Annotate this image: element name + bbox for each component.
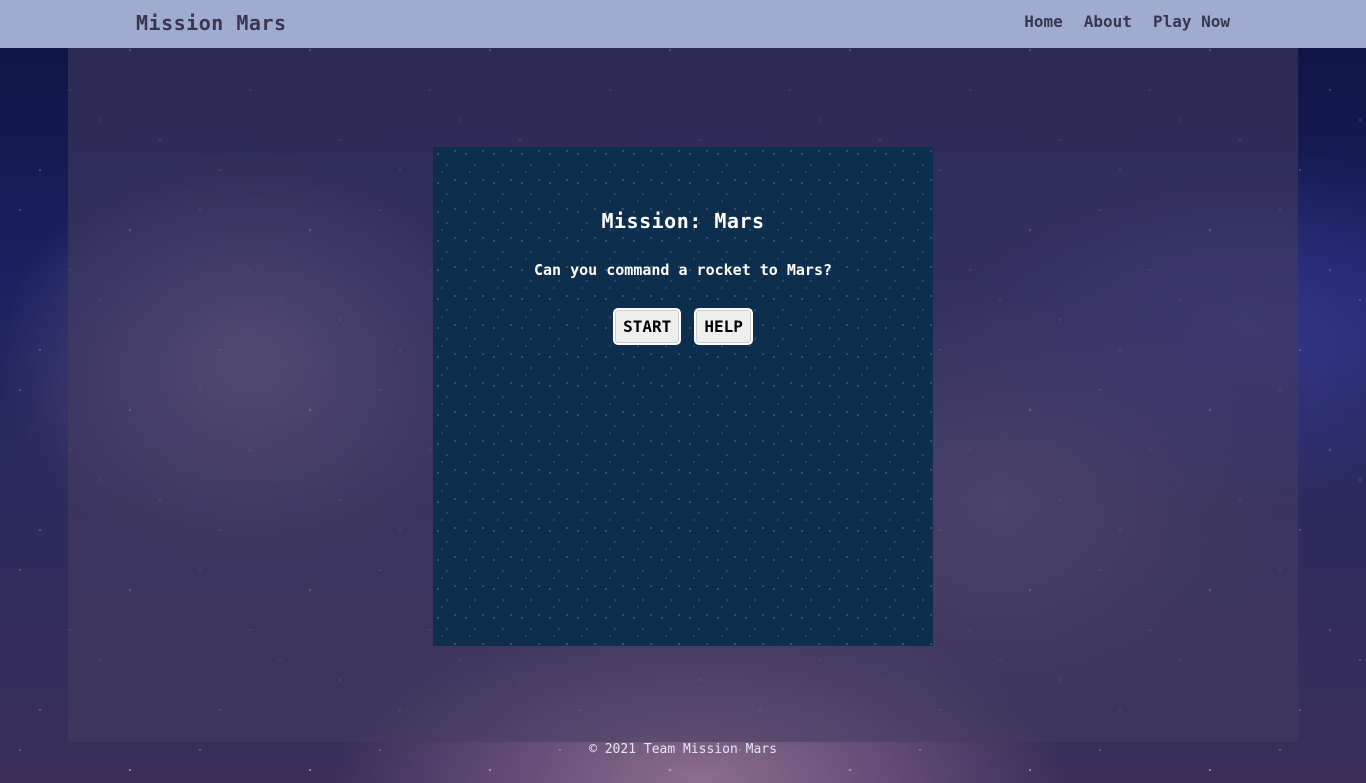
top-navbar: Mission Mars Home About Play Now — [0, 0, 1366, 48]
game-container: Mission: Mars Can you command a rocket t… — [433, 147, 933, 646]
site-brand[interactable]: Mission Mars — [136, 11, 287, 35]
footer-copyright: © 2021 Team Mission Mars — [589, 742, 777, 757]
game-subtitle: Can you command a rocket to Mars? — [533, 261, 832, 279]
nav-home-link[interactable]: Home — [1024, 12, 1063, 31]
nav-play-now-link[interactable]: Play Now — [1153, 12, 1230, 31]
game-button-row: START HELP — [433, 308, 933, 345]
help-button[interactable]: HELP — [694, 308, 753, 345]
nav-about-link[interactable]: About — [1084, 12, 1132, 31]
game-title: Mission: Mars — [601, 209, 765, 233]
start-button[interactable]: START — [613, 308, 682, 345]
main-nav: Home About Play Now — [1024, 12, 1230, 31]
